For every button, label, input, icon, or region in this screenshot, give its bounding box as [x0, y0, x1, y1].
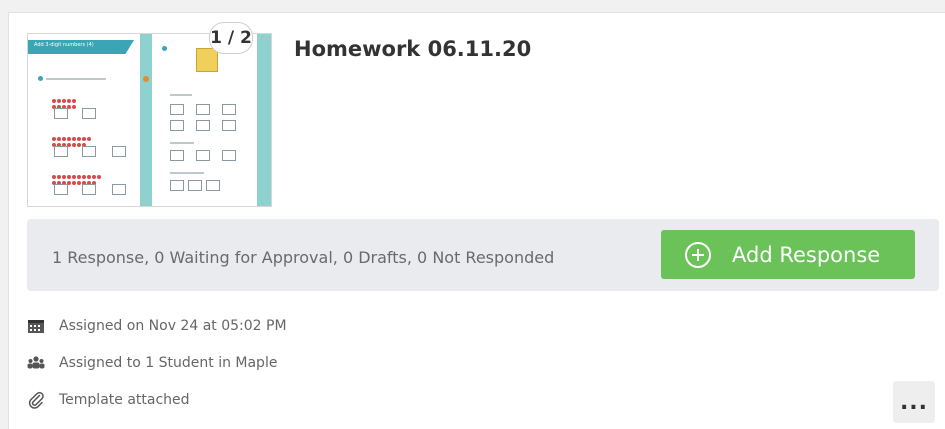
answer-box: [112, 146, 126, 157]
answer-box: [196, 150, 210, 161]
plus-circle-icon: [684, 241, 712, 269]
answer-box: [112, 184, 126, 195]
template-row: Template attached: [27, 391, 190, 409]
assigned-on-text: Assigned on Nov 24 at 05:02 PM: [59, 318, 287, 334]
text-line: [170, 94, 192, 96]
paperclip-icon: [27, 391, 47, 409]
answer-box: [222, 120, 236, 131]
text-line: [170, 142, 194, 144]
add-response-label: Add Response: [732, 242, 881, 267]
template-text[interactable]: Template attached: [59, 392, 190, 408]
answer-box: [170, 180, 184, 191]
counters-row: [52, 134, 102, 147]
answer-box: [196, 120, 210, 131]
answer-box: [82, 184, 96, 195]
text-line: [170, 172, 204, 174]
answer-box: [54, 184, 68, 195]
answer-box: [170, 120, 184, 131]
response-status-bar: 1 Response, 0 Waiting for Approval, 0 Dr…: [27, 219, 939, 291]
answer-box: [54, 146, 68, 157]
bullet-icon: [38, 76, 43, 81]
assigned-on-row: Assigned on Nov 24 at 05:02 PM: [27, 318, 287, 334]
answer-box: [170, 104, 184, 115]
marker-icon: [143, 76, 149, 82]
thumbnail-heading: Add 3-digit numbers (4): [34, 42, 94, 48]
answer-box: [196, 104, 210, 115]
calendar-icon: [27, 318, 47, 334]
answer-box: [170, 150, 184, 161]
add-response-button[interactable]: Add Response: [661, 230, 915, 279]
thumbnail-left-page: Add 3-digit numbers (4): [28, 34, 140, 206]
page-count-badge: 1 / 2: [209, 22, 253, 54]
answer-box: [222, 150, 236, 161]
answer-box: [188, 180, 202, 191]
counters-row: [52, 172, 112, 185]
more-options-button[interactable]: ...: [893, 381, 935, 423]
place-value-card-icon: [196, 48, 218, 72]
more-options-icon: ...: [899, 389, 929, 415]
worksheet-thumbnail[interactable]: Add 3-digit numbers (4): [27, 33, 272, 207]
answer-box: [222, 104, 236, 115]
assignment-card: Add 3-digit numbers (4) 1 / 2 Homework 0…: [8, 12, 945, 429]
assignment-title[interactable]: Homework 06.11.20: [294, 37, 531, 61]
bullet-icon: [162, 46, 167, 51]
thumbnail-edge-strip: [257, 34, 271, 206]
text-line: [46, 78, 106, 80]
students-icon: [27, 355, 47, 371]
assigned-to-text: Assigned to 1 Student in Maple: [59, 355, 278, 371]
counters-row: [52, 96, 82, 109]
thumbnail-right-page: [152, 34, 257, 206]
assigned-to-row: Assigned to 1 Student in Maple: [27, 355, 277, 371]
response-summary[interactable]: 1 Response, 0 Waiting for Approval, 0 Dr…: [52, 248, 554, 267]
answer-box: [82, 108, 96, 119]
thumbnail-page-divider: [140, 34, 152, 206]
thumbnail-heading-ribbon: Add 3-digit numbers (4): [28, 40, 134, 54]
answer-box: [206, 180, 220, 191]
answer-box: [82, 146, 96, 157]
answer-box: [54, 108, 68, 119]
